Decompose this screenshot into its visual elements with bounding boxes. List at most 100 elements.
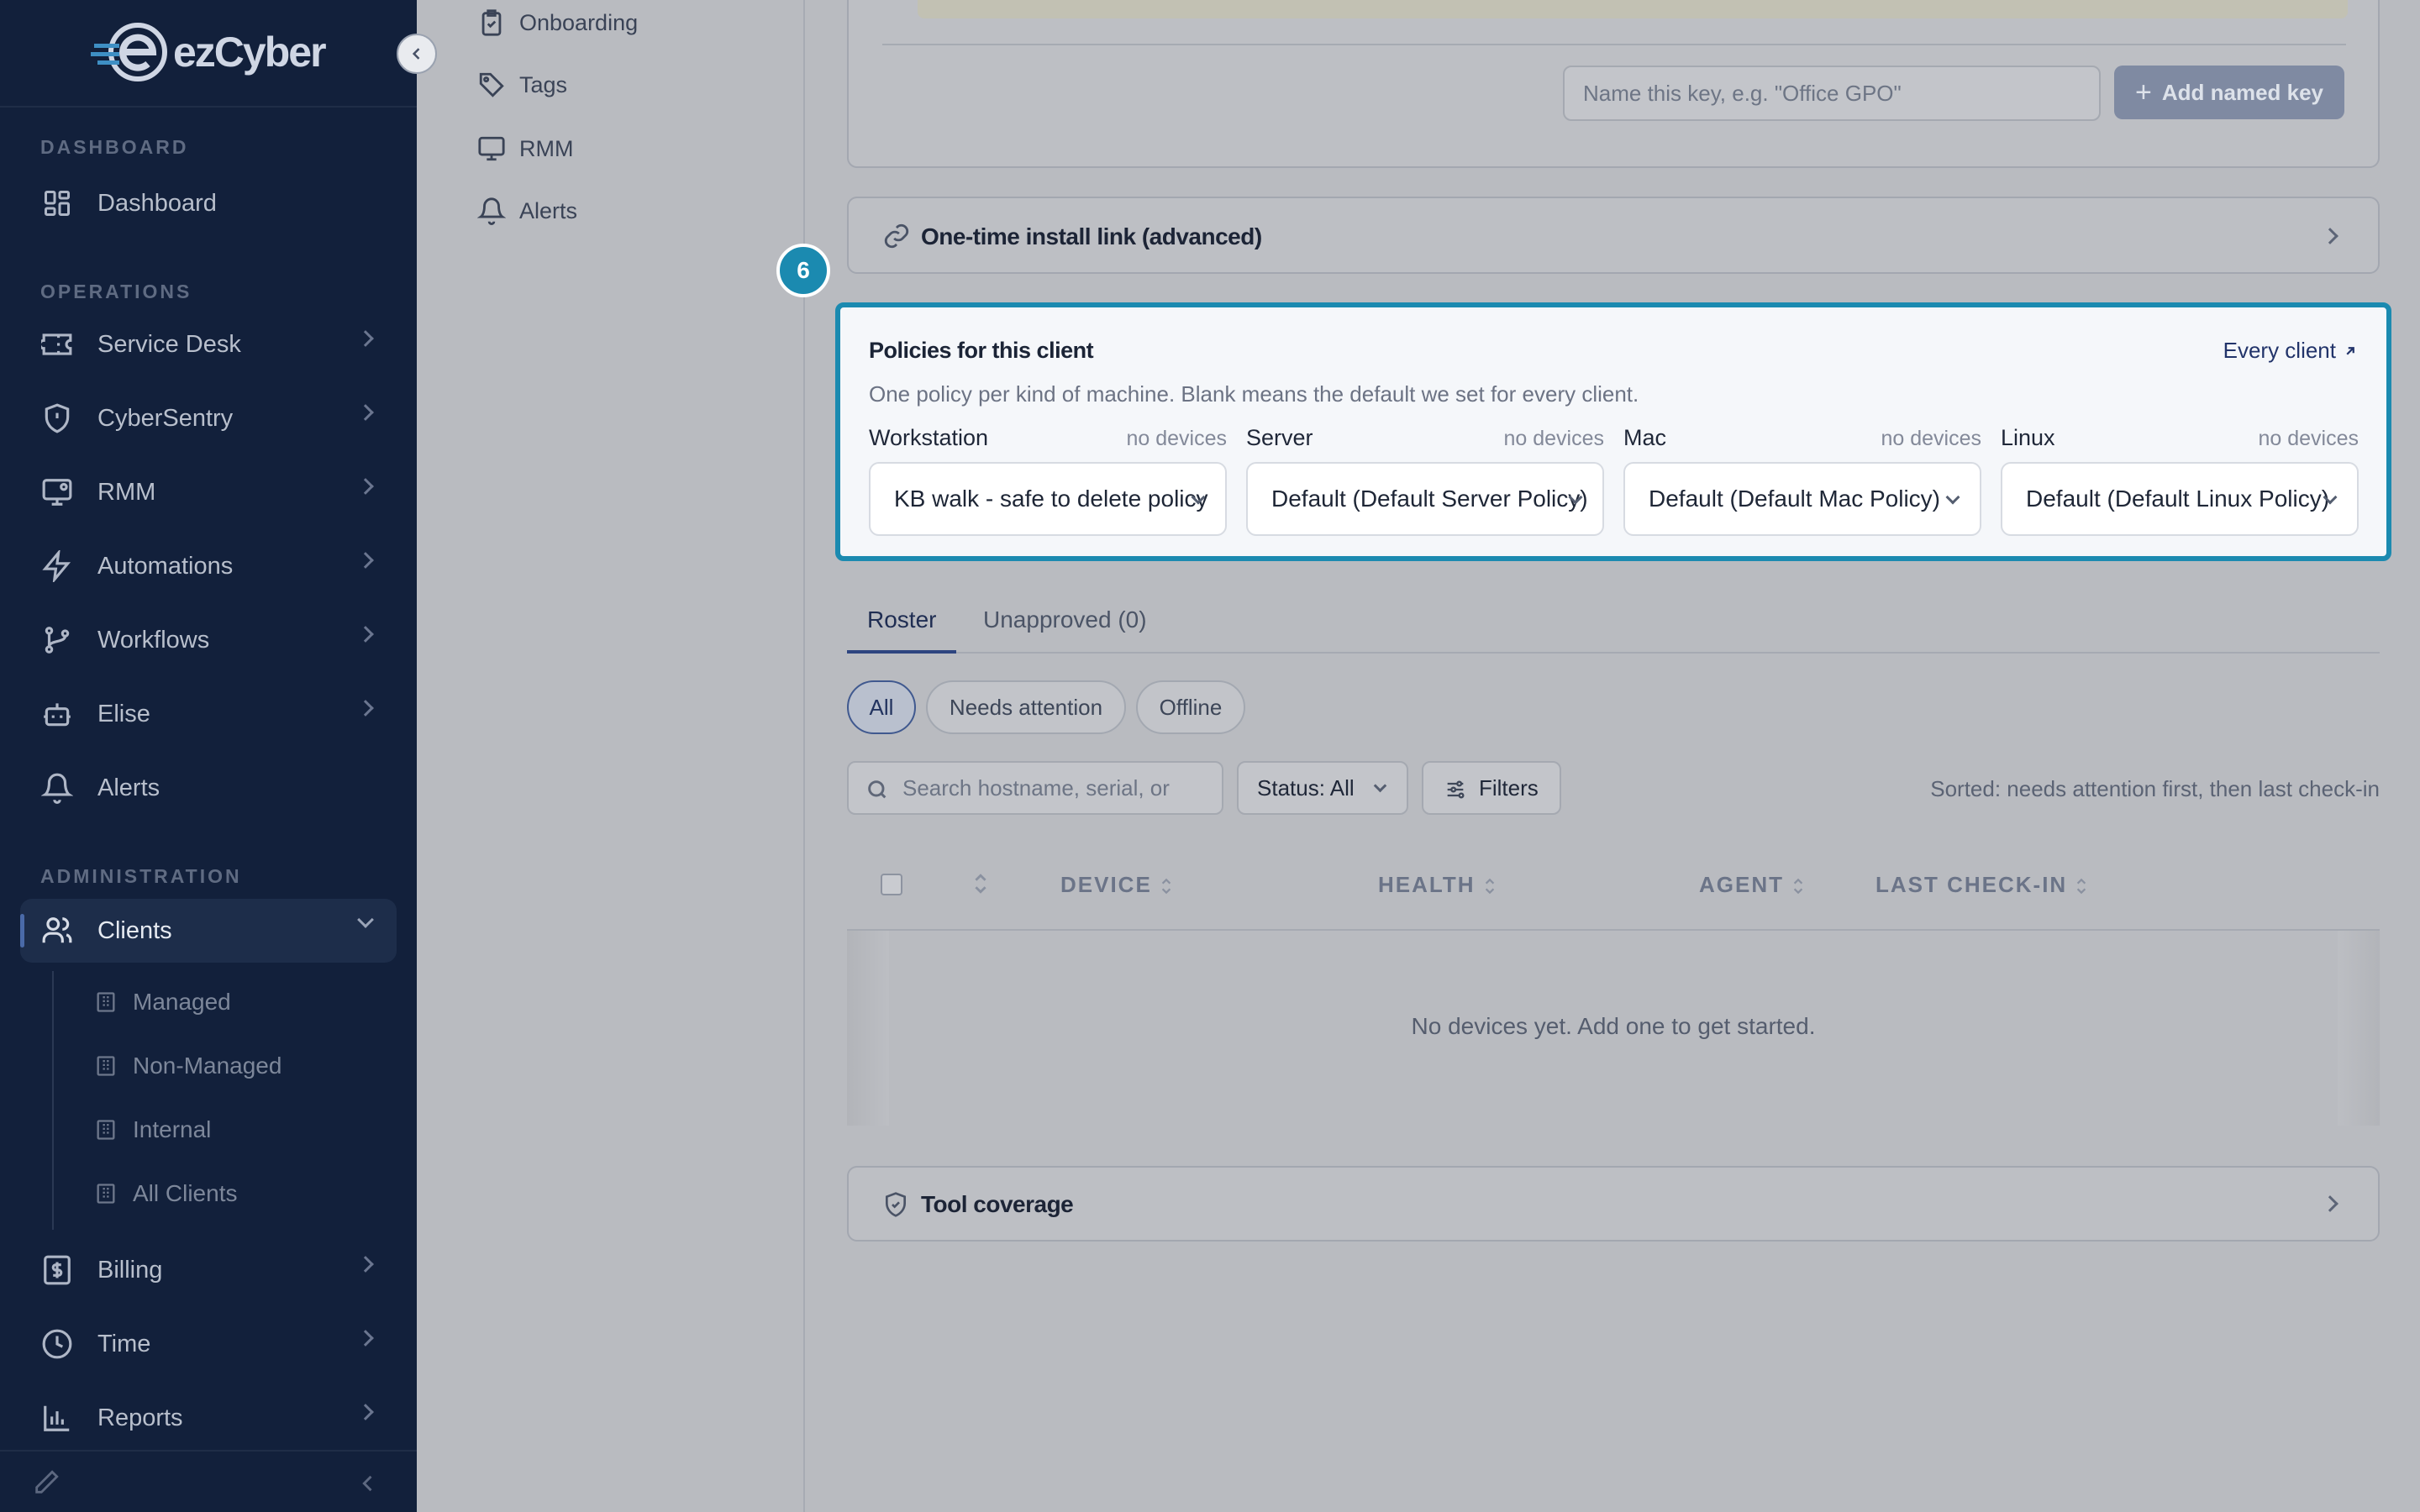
- sidebar-item-cybersentry[interactable]: CyberSentry: [20, 386, 397, 450]
- subnav-item-label: Tags: [519, 71, 568, 97]
- chevron-right-icon: [2322, 1195, 2338, 1212]
- sidebar-item-reports[interactable]: Reports: [20, 1386, 397, 1450]
- select-value: KB walk - safe to delete policy: [894, 486, 1208, 512]
- sidebar-subitem-non-managed[interactable]: Non-Managed: [94, 1045, 281, 1087]
- sort-description: Sorted: needs attention first, then last…: [1930, 776, 2380, 801]
- sidebar-item-billing[interactable]: Billing: [20, 1238, 397, 1302]
- chevron-right-icon: [357, 1404, 374, 1420]
- sidebar-subitem-label: Managed: [133, 989, 231, 1015]
- workstation-policy-select[interactable]: KB walk - safe to delete policy: [869, 462, 1227, 536]
- sidebar-item-label: Automations: [97, 552, 234, 580]
- bolt-icon: [40, 549, 74, 583]
- bar-chart-icon: [40, 1401, 74, 1435]
- section-label-administration: ADMINISTRATION: [40, 865, 242, 887]
- select-value: Default (Default Linux Policy): [2026, 486, 2330, 512]
- sidebar-item-label: Elise: [97, 700, 150, 727]
- collapse-sidebar-button[interactable]: [397, 34, 437, 74]
- building-icon: [97, 1184, 115, 1204]
- search-placeholder: Search hostname, serial, or: [902, 774, 1170, 801]
- subnav-item-onboarding[interactable]: Onboarding: [477, 8, 638, 37]
- sidebar-item-elise[interactable]: Elise: [20, 682, 397, 746]
- status-select-value: Status: All: [1257, 774, 1355, 801]
- policies-title: Policies for this client: [869, 338, 1094, 363]
- sidebar-subitem-internal[interactable]: Internal: [94, 1109, 211, 1151]
- column-header-agent[interactable]: AGENT: [1699, 872, 1804, 898]
- sidebar-item-label: CyberSentry: [97, 404, 234, 432]
- client-subnav: Onboarding Tags RMM Alerts: [417, 0, 805, 1512]
- chevron-right-icon: [357, 552, 374, 569]
- select-value: Default (Default Mac Policy): [1649, 486, 1941, 512]
- column-header-health[interactable]: HEALTH: [1378, 872, 1496, 898]
- shield-check-icon: [886, 1192, 906, 1217]
- building-icon: [97, 1120, 115, 1140]
- install-link-accordion[interactable]: One-time install link (advanced): [847, 197, 2380, 274]
- sidebar-item-automations[interactable]: Automations: [20, 534, 397, 598]
- policies-description: One policy per kind of machine. Blank me…: [869, 381, 1639, 407]
- monitor-icon: [478, 136, 505, 161]
- chevron-left-icon[interactable]: [356, 1472, 380, 1495]
- policy-label: Workstation: [869, 425, 989, 450]
- filters-button[interactable]: Filters: [1422, 761, 1561, 815]
- sidebar-item-time[interactable]: Time: [20, 1312, 397, 1376]
- install-link-title: One-time install link (advanced): [921, 223, 1262, 249]
- subnav-item-label: Alerts: [519, 197, 578, 223]
- pencil-icon[interactable]: [32, 1468, 60, 1497]
- add-named-key-label: Add named key: [2161, 79, 2324, 105]
- server-policy-select[interactable]: Default (Default Server Policy): [1246, 462, 1604, 536]
- sidebar-item-alerts[interactable]: Alerts: [20, 756, 397, 820]
- sidebar-item-service-desk[interactable]: Service Desk: [20, 312, 397, 376]
- shield-icon: [40, 402, 74, 435]
- sort-icon: [1161, 878, 1171, 895]
- tool-coverage-title: Tool coverage: [921, 1191, 1074, 1217]
- filter-pill-all[interactable]: All: [847, 680, 916, 734]
- section-label-operations: OPERATIONS: [40, 281, 192, 302]
- sidebar-item-label: Clients: [97, 916, 172, 944]
- mac-policy-select[interactable]: Default (Default Mac Policy): [1623, 462, 1981, 536]
- key-name-input[interactable]: Name this key, e.g. "Office GPO": [1563, 66, 2101, 121]
- column-header-last-checkin[interactable]: LAST CHECK-IN: [1876, 872, 2087, 898]
- sidebar-item-label: Service Desk: [97, 330, 241, 358]
- column-header-label: DEVICE: [1060, 872, 1152, 897]
- tab-roster[interactable]: Roster: [867, 606, 936, 633]
- device-table-empty: No devices yet. Add one to get started.: [847, 929, 2380, 1126]
- tab-unapproved[interactable]: Unapproved (0): [983, 606, 1147, 633]
- sidebar-subitem-managed[interactable]: Managed: [94, 981, 231, 1023]
- device-search-input[interactable]: Search hostname, serial, or: [847, 761, 1223, 815]
- sidebar-footer: [0, 1450, 417, 1512]
- subnav-item-label: Onboarding: [519, 9, 639, 35]
- sort-icon: [1793, 878, 1803, 895]
- sort-icon[interactable]: [973, 872, 988, 895]
- subnav-item-label: RMM: [519, 135, 574, 161]
- plus-icon: +: [2134, 76, 2152, 108]
- link-icon: [884, 223, 909, 249]
- ticket-icon: [40, 328, 74, 361]
- subnav-item-alerts[interactable]: Alerts: [477, 197, 577, 225]
- sidebar-item-workflows[interactable]: Workflows: [20, 608, 397, 672]
- subnav-item-rmm[interactable]: RMM: [477, 134, 573, 163]
- sidebar-subitem-all-clients[interactable]: All Clients: [94, 1173, 237, 1215]
- brand-logo[interactable]: ezCyber: [91, 22, 327, 82]
- sidebar-item-clients[interactable]: Clients: [20, 899, 397, 963]
- every-client-link[interactable]: Every client: [2223, 338, 2358, 364]
- filter-pill-offline[interactable]: Offline: [1136, 680, 1245, 734]
- tool-coverage-accordion[interactable]: Tool coverage: [847, 1166, 2380, 1242]
- add-named-key-button[interactable]: + Add named key: [2114, 66, 2344, 119]
- logo-row: ezCyber: [0, 0, 417, 108]
- sidebar-item-rmm[interactable]: RMM: [20, 460, 397, 524]
- chevron-right-icon: [2322, 228, 2338, 244]
- sort-icon: [1485, 878, 1494, 895]
- sidebar-item-dashboard[interactable]: Dashboard: [20, 171, 397, 235]
- filter-pill-needs-attention[interactable]: Needs attention: [926, 680, 1126, 734]
- column-header-device[interactable]: DEVICE: [1060, 872, 1172, 898]
- dollar-icon: [40, 1253, 74, 1287]
- status-select[interactable]: Status: All: [1237, 761, 1408, 815]
- subnav-item-tags[interactable]: Tags: [477, 71, 567, 99]
- policy-label: Linux: [2001, 425, 2055, 450]
- chevron-right-icon: [357, 626, 374, 643]
- bell-icon: [477, 197, 506, 225]
- policy-label: Server: [1246, 425, 1313, 450]
- bell-icon: [40, 771, 74, 805]
- select-all-checkbox[interactable]: [881, 874, 902, 895]
- linux-policy-select[interactable]: Default (Default Linux Policy): [2001, 462, 2359, 536]
- sidebar: ezCyber DASHBOARD Dashboard OPERATIONS S…: [0, 0, 417, 1512]
